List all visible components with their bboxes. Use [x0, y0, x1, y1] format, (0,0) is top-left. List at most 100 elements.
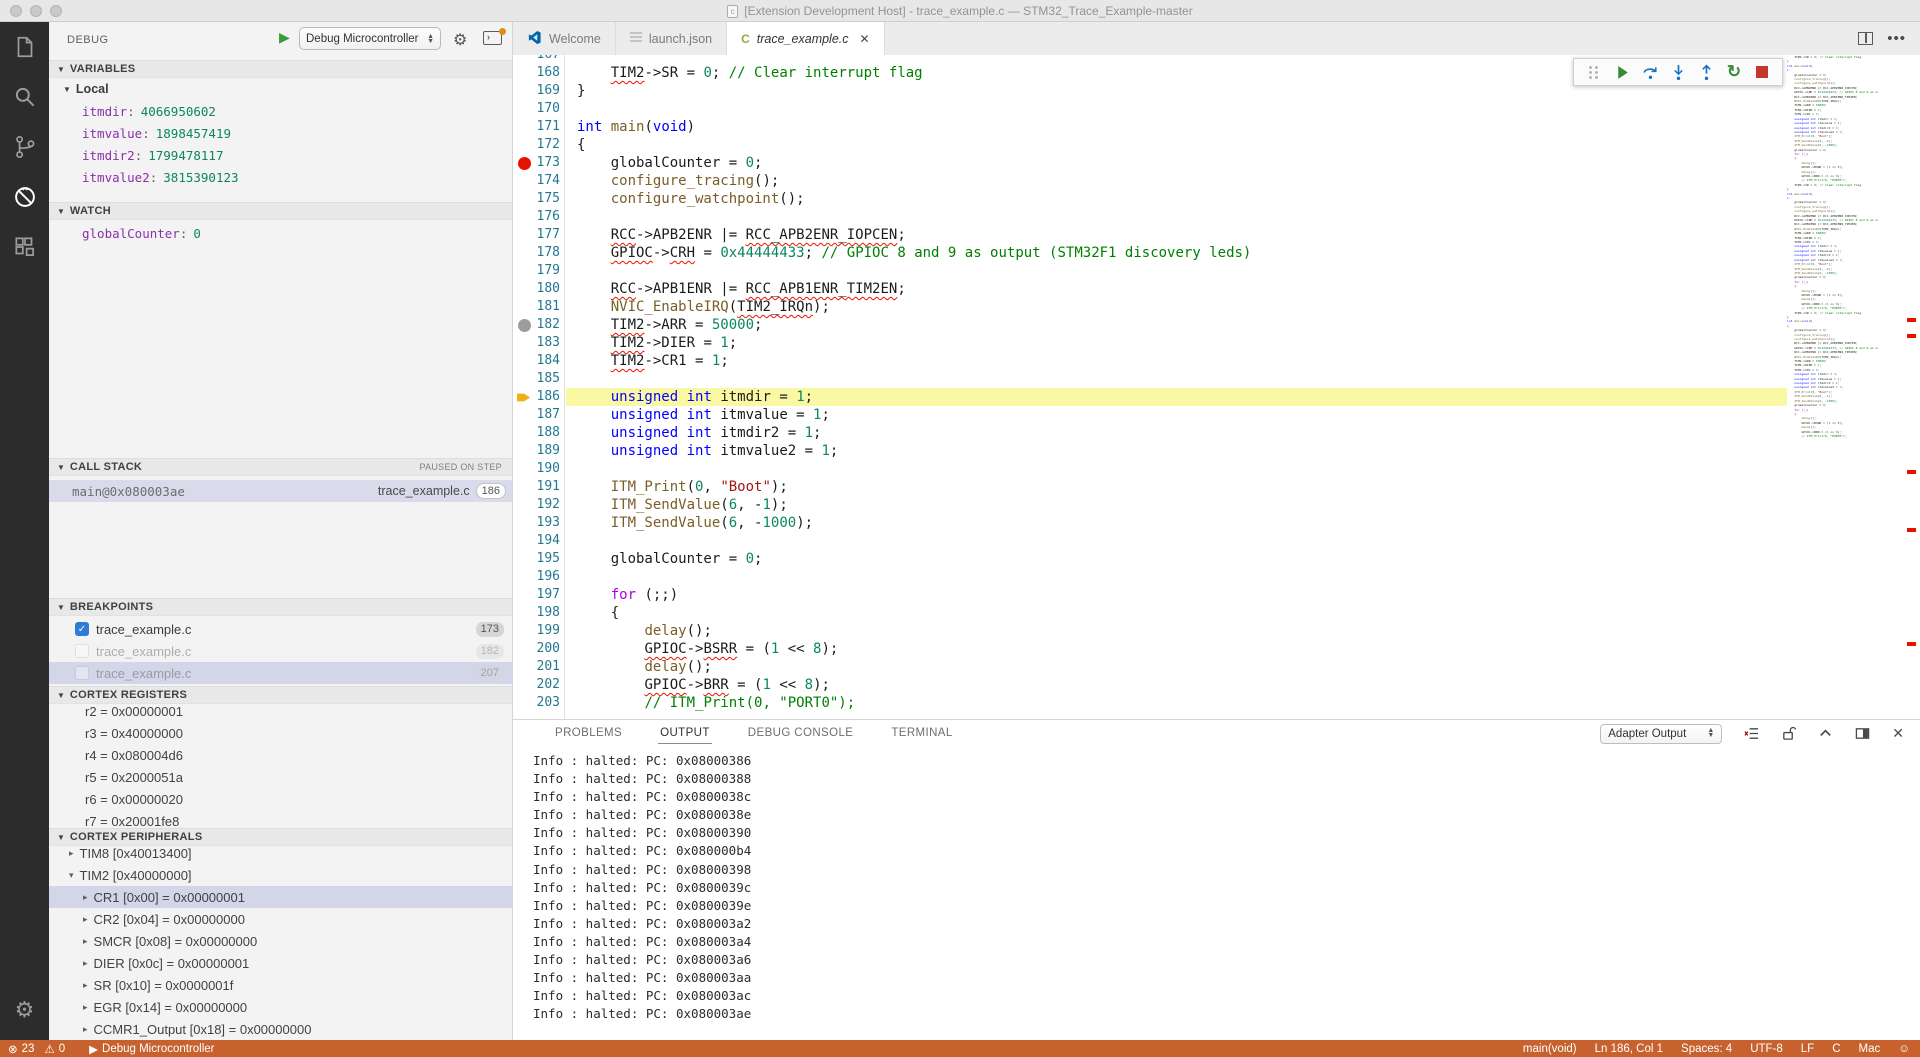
status-item-ln-186-col-1[interactable]: Ln 186, Col 1	[1595, 1043, 1663, 1055]
close-panel-icon[interactable]: ✕	[1892, 725, 1904, 742]
status-item-main-void-[interactable]: main(void)	[1523, 1043, 1577, 1055]
line-number[interactable]: 202	[513, 676, 577, 694]
close-tab-icon[interactable]: ✕	[860, 32, 870, 46]
breakpoints-section-header[interactable]: ▼ BREAKPOINTS	[49, 598, 512, 616]
line-number[interactable]: 192	[513, 496, 577, 514]
code-line[interactable]: 177 RCC->APB2ENR |= RCC_APB2ENR_IOPCEN;	[513, 226, 1787, 244]
tab-launch-json[interactable]: launch.json	[616, 22, 727, 55]
line-number[interactable]: 183	[513, 334, 577, 352]
problems-status[interactable]: ⊗ 23 ⚠ 0	[8, 1042, 65, 1056]
breakpoint-checkbox[interactable]	[75, 666, 89, 680]
line-number[interactable]: 199	[513, 622, 577, 640]
call-stack-section-header[interactable]: ▼ CALL STACK PAUSED ON STEP	[49, 458, 512, 476]
debug-console-icon[interactable]: ›	[483, 31, 503, 47]
code-line[interactable]: 190	[513, 460, 1787, 478]
line-number[interactable]: 194	[513, 532, 577, 550]
peripheral-row[interactable]: ▾TIM2 [0x40000000]	[49, 864, 512, 886]
settings-gear-icon[interactable]: ⚙	[0, 988, 49, 1032]
line-number[interactable]: 196	[513, 568, 577, 586]
register-row[interactable]: r3 = 0x40000000	[49, 722, 512, 744]
status-item-spaces-4[interactable]: Spaces: 4	[1681, 1043, 1732, 1055]
code-line[interactable]: 185	[513, 370, 1787, 388]
line-number[interactable]: 180	[513, 280, 577, 298]
peripheral-row[interactable]: ▸CCMR1_Output [0x18] = 0x00000000	[49, 1018, 512, 1040]
code-line[interactable]: 173 globalCounter = 0;	[513, 154, 1787, 172]
tab-welcome[interactable]: Welcome	[513, 22, 616, 55]
launch-config-dropdown[interactable]: Debug Microcontroller ▲▼	[299, 27, 441, 50]
breakpoint-row[interactable]: ✓trace_example.c173	[49, 618, 512, 640]
maximize-panel-icon[interactable]	[1818, 726, 1833, 741]
breakpoint-dot[interactable]	[518, 157, 531, 170]
line-number[interactable]: 170	[513, 100, 577, 118]
code-editor[interactable]: 167168 TIM2->SR = 0; // Clear interrupt …	[513, 55, 1920, 719]
line-number[interactable]: 181	[513, 298, 577, 316]
peripheral-row[interactable]: ▸CR2 [0x04] = 0x00000000	[49, 908, 512, 930]
line-number[interactable]: 191	[513, 478, 577, 496]
code-line[interactable]: 186 unsigned int itmdir = 1;	[513, 388, 1787, 406]
code-line[interactable]: 192 ITM_SendValue(6, -1);	[513, 496, 1787, 514]
code-line[interactable]: 196	[513, 568, 1787, 586]
code-line[interactable]: 176	[513, 208, 1787, 226]
toolbar-drag-grip[interactable]	[1580, 60, 1608, 84]
line-number[interactable]: 171	[513, 118, 577, 136]
line-number[interactable]: 185	[513, 370, 577, 388]
line-number[interactable]: 177	[513, 226, 577, 244]
code-line[interactable]: 195 globalCounter = 0;	[513, 550, 1787, 568]
variable-row[interactable]: itmvalue:1898457419	[49, 122, 512, 144]
unlock-icon[interactable]	[1781, 726, 1796, 741]
line-number[interactable]: 178	[513, 244, 577, 262]
status-item-c[interactable]: C	[1832, 1043, 1840, 1055]
code-line[interactable]: 172{	[513, 136, 1787, 154]
line-number[interactable]: 201	[513, 658, 577, 676]
clear-output-icon[interactable]	[1744, 726, 1759, 741]
peripheral-row[interactable]: ▸DIER [0x0c] = 0x00000001	[49, 952, 512, 974]
line-number[interactable]: 174	[513, 172, 577, 190]
status-item-utf-8[interactable]: UTF-8	[1750, 1043, 1783, 1055]
configure-gear-icon[interactable]: ⚙	[453, 30, 467, 50]
peripheral-row[interactable]: ▸TIM8 [0x40013400]	[49, 842, 512, 864]
disabled-breakpoint-dot[interactable]	[518, 319, 531, 332]
line-number[interactable]: 169	[513, 82, 577, 100]
tab-trace_example-c[interactable]: Ctrace_example.c✕	[727, 22, 884, 55]
breakpoint-checkbox[interactable]: ✓	[75, 622, 89, 636]
code-line[interactable]: 171int main(void)	[513, 118, 1787, 136]
code-line[interactable]: 191 ITM_Print(0, "Boot");	[513, 478, 1787, 496]
line-number[interactable]: 189	[513, 442, 577, 460]
step-into-button[interactable]	[1664, 60, 1692, 84]
status-item-mac[interactable]: Mac	[1859, 1043, 1881, 1055]
register-row[interactable]: r4 = 0x080004d6	[49, 744, 512, 766]
line-number[interactable]: 168	[513, 64, 577, 82]
line-number[interactable]: 188	[513, 424, 577, 442]
code-line[interactable]: 181 NVIC_EnableIRQ(TIM2_IRQn);	[513, 298, 1787, 316]
variable-row[interactable]: itmvalue2:3815390123	[49, 166, 512, 188]
variable-row[interactable]: itmdir2:1799478117	[49, 144, 512, 166]
variable-row[interactable]: itmdir:4066950602	[49, 100, 512, 122]
variables-scope-local[interactable]: ▼ Local	[49, 78, 512, 100]
restart-button[interactable]: ↻	[1720, 60, 1748, 84]
code-line[interactable]: 170	[513, 100, 1787, 118]
line-number[interactable]: 187	[513, 406, 577, 424]
code-line[interactable]: 199 delay();	[513, 622, 1787, 640]
register-row[interactable]: r2 = 0x00000001	[49, 700, 512, 722]
code-line[interactable]: 179	[513, 262, 1787, 280]
continue-button[interactable]	[1608, 60, 1636, 84]
extensions-icon[interactable]	[0, 222, 49, 272]
start-debug-button[interactable]: ▶	[279, 29, 290, 46]
breakpoint-row[interactable]: trace_example.c207	[49, 662, 512, 684]
peripheral-row[interactable]: ▸SMCR [0x08] = 0x00000000	[49, 930, 512, 952]
code-line[interactable]: 200 GPIOC->BSRR = (1 << 8);	[513, 640, 1787, 658]
step-over-button[interactable]	[1636, 60, 1664, 84]
step-out-button[interactable]	[1692, 60, 1720, 84]
code-line[interactable]: 194	[513, 532, 1787, 550]
stop-button[interactable]	[1748, 60, 1776, 84]
line-number[interactable]: 195	[513, 550, 577, 568]
overview-ruler[interactable]	[1906, 55, 1920, 719]
panel-tab-terminal[interactable]: TERMINAL	[889, 723, 954, 744]
code-line[interactable]: 203 // ITM_Print(0, "PORT0");	[513, 694, 1787, 712]
line-number[interactable]: 184	[513, 352, 577, 370]
panel-tab-debug-console[interactable]: DEBUG CONSOLE	[746, 723, 856, 744]
code-line[interactable]: 201 delay();	[513, 658, 1787, 676]
explorer-icon[interactable]	[0, 22, 49, 72]
output-console[interactable]: Info : halted: PC: 0x08000386Info : halt…	[513, 747, 1920, 1040]
code-line[interactable]: 197 for (;;)	[513, 586, 1787, 604]
